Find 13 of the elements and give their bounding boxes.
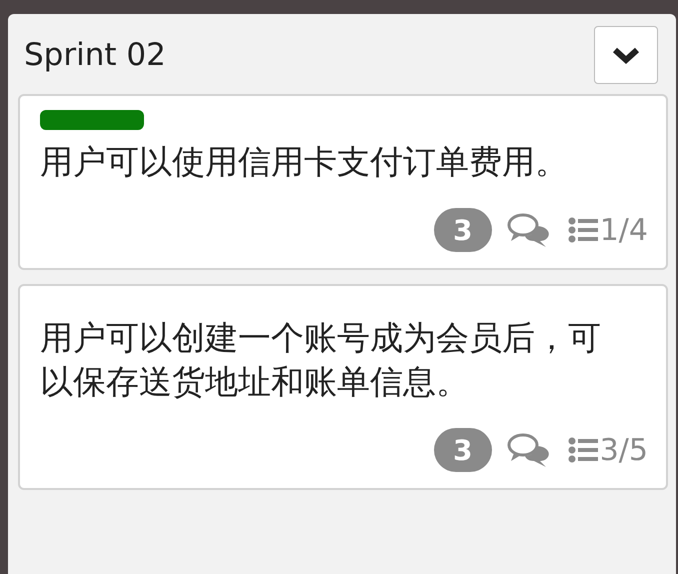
checklist-icon	[568, 437, 598, 463]
points-badge: 3	[434, 428, 492, 472]
collapse-button[interactable]	[594, 26, 658, 84]
points-badge: 3	[434, 208, 492, 252]
chevron-icon	[612, 45, 640, 65]
sprint-title: Sprint 02	[24, 37, 166, 73]
story-card[interactable]: 用户可以创建一个账号成为会员后，可以保存送货地址和账单信息。 3 3/5	[18, 284, 668, 490]
checklist-text: 3/5	[600, 432, 648, 468]
checklist-icon	[568, 217, 598, 243]
story-text: 用户可以创建一个账号成为会员后，可以保存送货地址和账单信息。	[40, 317, 602, 403]
checklist-text: 1/4	[600, 212, 648, 248]
story-text: 用户可以使用信用卡支付订单费用。	[40, 141, 569, 183]
story-card[interactable]: 用户可以使用信用卡支付订单费用。 3 1/4	[18, 94, 668, 270]
